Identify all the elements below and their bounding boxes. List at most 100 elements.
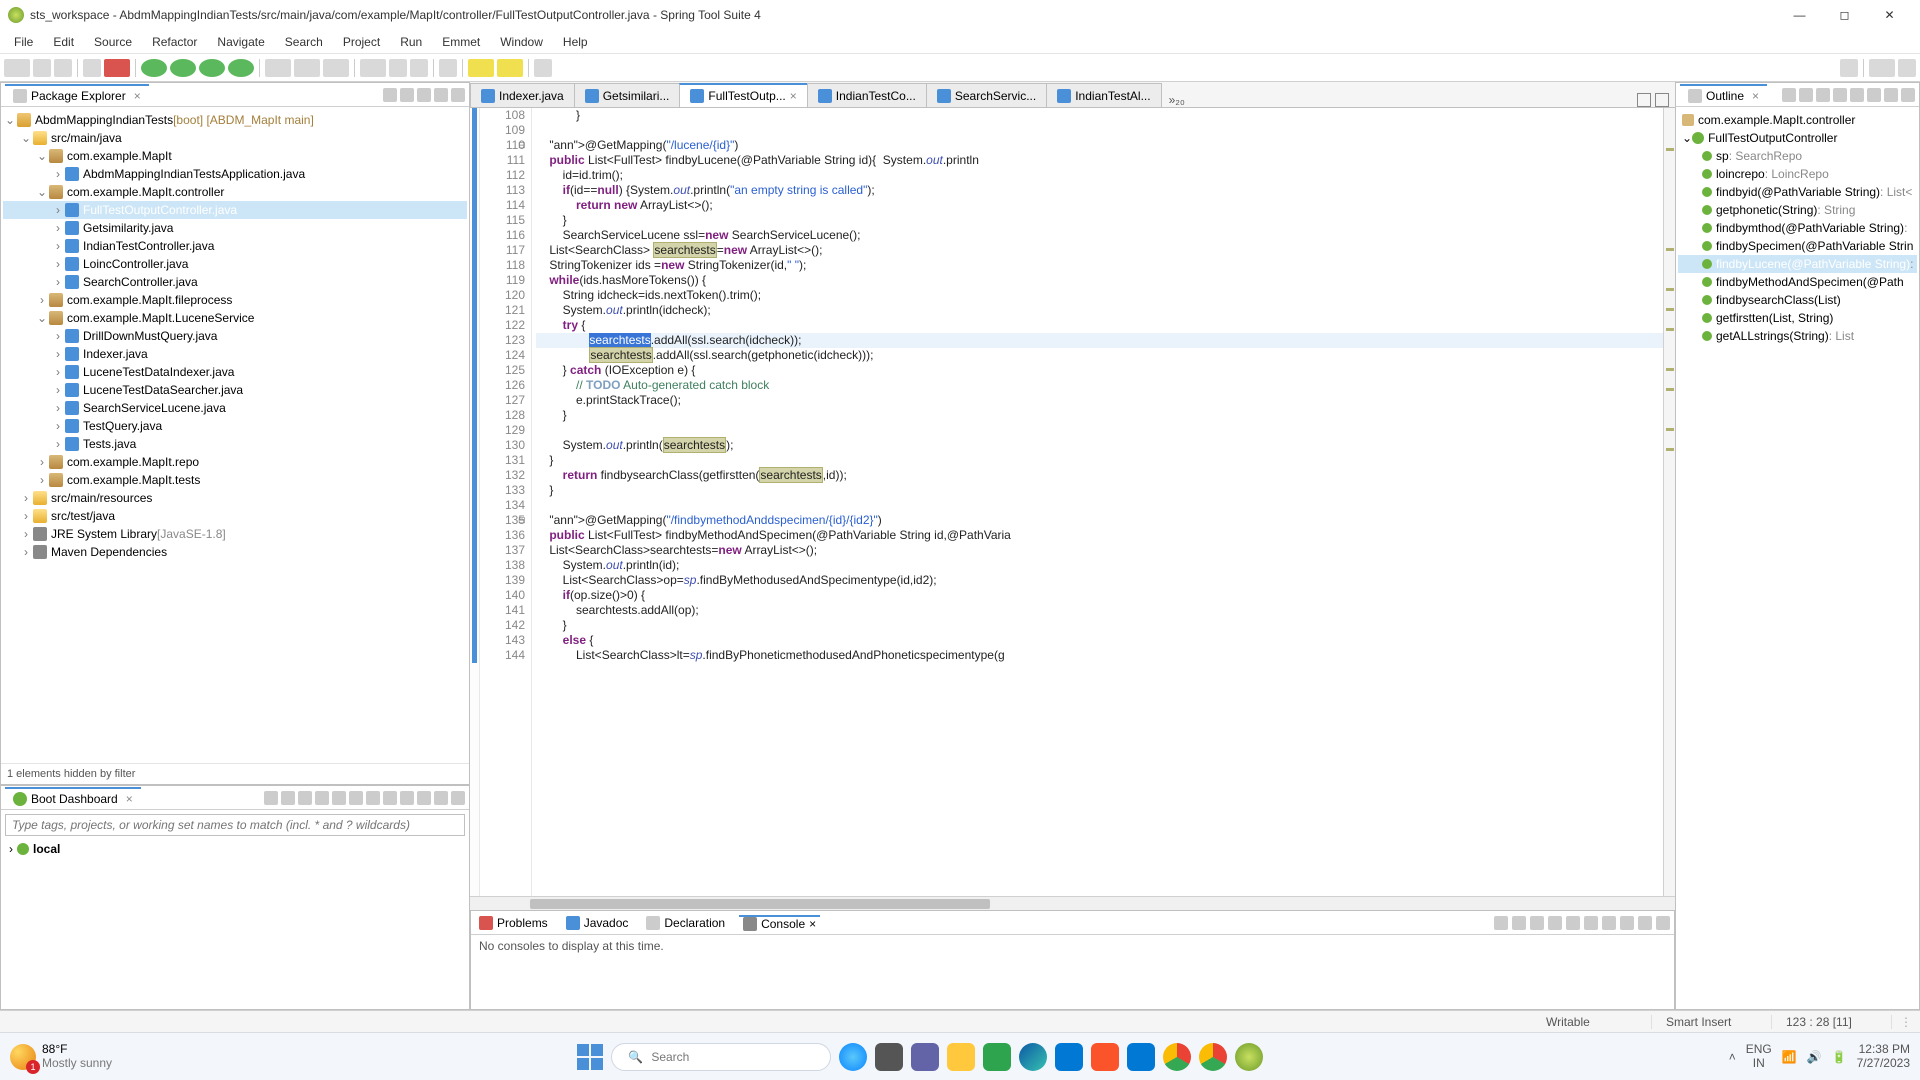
save-button[interactable] — [33, 59, 51, 77]
menu-file[interactable]: File — [6, 32, 41, 52]
tool-icon[interactable] — [1584, 916, 1598, 930]
collapse-all-icon[interactable] — [383, 88, 397, 102]
view-menu-icon[interactable] — [417, 88, 431, 102]
horizontal-scrollbar[interactable] — [470, 896, 1675, 910]
expand-icon[interactable]: › — [19, 507, 33, 525]
close-icon[interactable]: × — [809, 917, 816, 931]
tree-item[interactable]: ›SearchServiceLucene.java — [3, 399, 467, 417]
minimize-editor-icon[interactable] — [1637, 93, 1651, 107]
tree-item[interactable]: ›com.example.MapIt.repo — [3, 453, 467, 471]
expand-icon[interactable]: › — [51, 165, 65, 183]
tree-item[interactable]: ›TestQuery.java — [3, 417, 467, 435]
toggle-button[interactable] — [83, 59, 101, 77]
tree-item[interactable]: ⌄com.example.MapIt.controller — [3, 183, 467, 201]
tool-icon[interactable] — [1816, 88, 1830, 102]
minimize-icon[interactable] — [434, 88, 448, 102]
chrome-canary-icon[interactable] — [1199, 1043, 1227, 1071]
tool-icon[interactable] — [383, 791, 397, 805]
outline-item[interactable]: sp : SearchRepo — [1678, 147, 1917, 165]
tool-icon[interactable] — [1867, 88, 1881, 102]
pin-button[interactable] — [534, 59, 552, 77]
close-icon[interactable]: × — [790, 89, 797, 103]
expand-icon[interactable]: › — [51, 255, 65, 273]
tree-item[interactable]: ›LuceneTestDataSearcher.java — [3, 381, 467, 399]
expand-icon[interactable]: ⌄ — [35, 147, 49, 165]
search-button[interactable] — [360, 59, 386, 77]
tree-item[interactable]: ›IndianTestController.java — [3, 237, 467, 255]
expand-icon[interactable]: › — [51, 327, 65, 345]
mail-icon[interactable] — [1127, 1043, 1155, 1071]
back-button[interactable] — [468, 59, 494, 77]
expand-icon[interactable]: ⌄ — [19, 129, 33, 147]
tree-item[interactable]: ›FullTestOutputController.java — [3, 201, 467, 219]
tree-item[interactable]: ›com.example.MapIt.tests — [3, 471, 467, 489]
tree-item[interactable]: ⌄AbdmMappingIndianTests [boot] [ABDM_Map… — [3, 111, 467, 129]
tool-icon[interactable] — [1602, 916, 1616, 930]
maximize-icon[interactable] — [1901, 88, 1915, 102]
code-area[interactable]: } "ann">@GetMapping("/lucene/{id}") publ… — [532, 108, 1663, 896]
chrome-icon[interactable] — [1163, 1043, 1191, 1071]
run-last-button[interactable] — [228, 59, 254, 77]
code-editor[interactable]: 1081091101111121131141151161171181191201… — [470, 108, 1675, 896]
expand-icon[interactable]: › — [19, 489, 33, 507]
tree-item[interactable]: ›Getsimilarity.java — [3, 219, 467, 237]
annotation-prev-button[interactable] — [410, 59, 428, 77]
outline-item[interactable]: findbyMethodAndSpecimen(@Path — [1678, 273, 1917, 291]
menu-source[interactable]: Source — [86, 32, 140, 52]
close-icon[interactable]: × — [134, 89, 141, 103]
tool-icon[interactable] — [315, 791, 329, 805]
vscode-icon[interactable] — [1055, 1043, 1083, 1071]
chevron-up-icon[interactable]: ˄ — [1729, 1050, 1736, 1064]
more-tabs[interactable]: »₂₀ — [1161, 93, 1193, 107]
maximize-icon[interactable] — [451, 791, 465, 805]
perspective-java-button[interactable] — [1869, 59, 1895, 77]
outline-item[interactable]: com.example.MapIt.controller — [1678, 111, 1917, 129]
perspective-open-button[interactable] — [1898, 59, 1916, 77]
boot-local-item[interactable]: › local — [1, 840, 469, 858]
expand-icon[interactable]: › — [35, 291, 49, 309]
tool-icon[interactable] — [298, 791, 312, 805]
link-editor-icon[interactable] — [400, 88, 414, 102]
overview-ruler[interactable] — [1663, 108, 1675, 896]
tool-icon[interactable] — [1530, 916, 1544, 930]
tool-icon[interactable] — [1782, 88, 1796, 102]
editor-tab[interactable]: FullTestOutp...× — [679, 83, 807, 107]
tool-icon[interactable] — [1512, 916, 1526, 930]
package-tree[interactable]: ⌄AbdmMappingIndianTests [boot] [ABDM_Map… — [1, 107, 469, 763]
explorer-icon[interactable] — [947, 1043, 975, 1071]
outline-item[interactable]: getALLstrings(String) : List — [1678, 327, 1917, 345]
maximize-button[interactable]: ◻ — [1822, 0, 1867, 30]
clock[interactable]: 12:38 PM 7/27/2023 — [1857, 1043, 1910, 1069]
editor-tab[interactable]: IndianTestAl... — [1046, 83, 1161, 107]
wifi-icon[interactable]: 📶 — [1782, 1050, 1797, 1064]
outline-item[interactable]: getfirstten(List, String) — [1678, 309, 1917, 327]
tree-item[interactable]: ⌄com.example.MapIt — [3, 147, 467, 165]
expand-icon[interactable]: ⌄ — [3, 111, 17, 129]
menu-project[interactable]: Project — [335, 32, 388, 52]
find-button[interactable] — [1840, 59, 1858, 77]
brave-icon[interactable] — [1091, 1043, 1119, 1071]
teams-icon[interactable] — [911, 1043, 939, 1071]
maximize-icon[interactable] — [451, 88, 465, 102]
stop-button[interactable] — [104, 59, 130, 77]
tool-icon[interactable] — [1494, 916, 1508, 930]
new-button[interactable] — [4, 59, 30, 77]
forward-button[interactable] — [497, 59, 523, 77]
tree-item[interactable]: ›AbdmMappingIndianTestsApplication.java — [3, 165, 467, 183]
outline-item[interactable]: loincrepo : LoincRepo — [1678, 165, 1917, 183]
tool-icon[interactable] — [1850, 88, 1864, 102]
minimize-icon[interactable] — [1638, 916, 1652, 930]
open-type-button[interactable] — [323, 59, 349, 77]
expand-icon[interactable]: › — [51, 345, 65, 363]
tool-icon[interactable] — [281, 791, 295, 805]
battery-icon[interactable]: 🔋 — [1832, 1050, 1847, 1064]
new-class-button[interactable] — [294, 59, 320, 77]
expand-icon[interactable]: › — [51, 237, 65, 255]
tool-icon[interactable] — [1799, 88, 1813, 102]
close-icon[interactable]: × — [1752, 89, 1759, 103]
camera-icon[interactable] — [983, 1043, 1011, 1071]
tree-item[interactable]: ›com.example.MapIt.fileprocess — [3, 291, 467, 309]
menu-emmet[interactable]: Emmet — [434, 32, 488, 52]
tree-item[interactable]: ›SearchController.java — [3, 273, 467, 291]
expand-icon[interactable]: › — [51, 201, 65, 219]
